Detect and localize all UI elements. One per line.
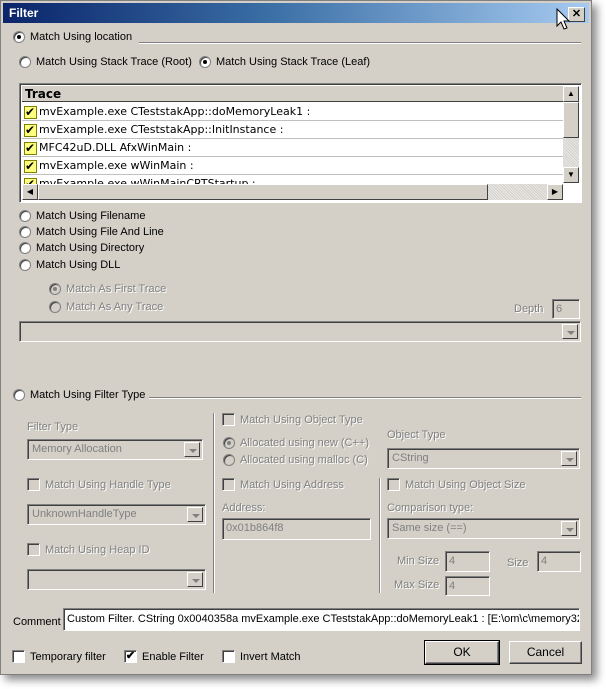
radio-icon <box>19 210 31 223</box>
mouse-cursor-icon <box>556 8 571 30</box>
dll-combo[interactable] <box>19 321 581 342</box>
heap-id-checkbox[interactable]: Match Using Heap ID <box>27 543 150 556</box>
chevron-down-icon[interactable] <box>561 521 577 536</box>
checkbox-icon <box>12 650 25 663</box>
min-size-label: Min Size <box>397 555 440 567</box>
depth-input[interactable]: 6 <box>552 299 580 319</box>
max-size-input[interactable]: 4 <box>445 576 490 596</box>
radio-icon <box>13 31 25 44</box>
object-size-checkbox[interactable]: Match Using Object Size <box>387 478 525 491</box>
chevron-down-icon[interactable] <box>184 442 200 457</box>
vertical-scrollbar[interactable]: ▲ ▼ <box>563 86 579 183</box>
radio-icon <box>19 242 31 255</box>
any-trace-radio[interactable]: Match As Any Trace <box>49 301 163 314</box>
checkbox-icon <box>27 478 40 491</box>
comment-input[interactable]: Custom Filter. CString 0x0040358a mvExam… <box>63 608 580 631</box>
filter-dialog: Filter ✕ Match Using location Match Usin… <box>0 0 592 675</box>
radio-icon <box>49 301 61 314</box>
checkbox-icon <box>222 650 235 663</box>
chevron-down-icon[interactable] <box>562 324 578 339</box>
object-type-label: Object Type <box>387 429 446 441</box>
radio-icon <box>223 454 235 467</box>
trace-row[interactable]: mvExample.exe CTeststakApp::doMemoryLeak… <box>22 103 563 121</box>
filter-type-label: Filter Type <box>27 421 79 433</box>
address-label: Address: <box>222 502 266 514</box>
scroll-up-button[interactable]: ▲ <box>563 86 579 102</box>
handle-type-checkbox[interactable]: Match Using Handle Type <box>27 478 171 491</box>
close-icon: ✕ <box>571 8 582 20</box>
scroll-down-button[interactable]: ▼ <box>563 167 579 183</box>
comparison-combo[interactable]: Same size (==) <box>387 518 580 539</box>
checkbox-icon <box>222 478 235 491</box>
column-divider-left <box>213 413 215 593</box>
radio-icon <box>13 389 25 402</box>
radio-icon <box>19 259 31 272</box>
scroll-left-button[interactable]: ◀ <box>22 184 38 200</box>
depth-label: Depth <box>514 303 544 315</box>
stack-leaf-radio[interactable]: Match Using Stack Trace (Leaf) <box>199 56 370 69</box>
scroll-right-button[interactable]: ▶ <box>547 184 563 200</box>
ok-button[interactable]: OK <box>424 640 500 665</box>
comparison-label: Comparison type: <box>387 502 474 514</box>
stack-root-radio[interactable]: Match Using Stack Trace (Root) <box>19 56 192 69</box>
max-size-label: Max Size <box>394 579 440 591</box>
checkbox-icon <box>387 478 400 491</box>
radio-icon <box>223 437 235 450</box>
trace-row[interactable]: mvExample.exe wWinMain : <box>22 157 563 175</box>
match-location-radio[interactable]: Match Using location <box>13 31 132 44</box>
chevron-down-icon[interactable] <box>187 572 203 587</box>
comment-label: Comment <box>13 616 61 628</box>
trace-checkbox[interactable] <box>24 141 37 155</box>
match-filename-radio[interactable]: Match Using Filename <box>19 210 145 223</box>
size-label: Size <box>507 557 529 569</box>
radio-icon <box>49 283 61 296</box>
match-directory-radio[interactable]: Match Using Directory <box>19 242 144 255</box>
alloc-malloc-radio[interactable]: Allocated using malloc (C) <box>223 454 368 467</box>
trace-row[interactable]: MFC42uD.DLL AfxWinMain : <box>22 139 563 157</box>
heap-id-combo[interactable] <box>27 569 206 590</box>
alloc-new-radio[interactable]: Allocated using new (C++) <box>223 437 369 450</box>
match-dll-radio[interactable]: Match Using DLL <box>19 259 120 272</box>
radio-icon <box>19 226 31 239</box>
enable-filter-checkbox[interactable]: ✔ Enable Filter <box>124 650 204 663</box>
horizontal-scrollbar[interactable]: ◀ ▶ <box>22 184 563 200</box>
chevron-down-icon[interactable] <box>561 451 577 466</box>
scroll-track[interactable] <box>488 184 548 200</box>
trace-list[interactable]: Trace mvExample.exe CTeststakApp::doMemo… <box>19 83 582 203</box>
min-size-input[interactable]: 4 <box>445 551 490 572</box>
checkbox-icon <box>222 413 235 426</box>
checkbox-icon <box>27 543 40 556</box>
match-filter-type-radio[interactable]: Match Using Filter Type <box>13 389 145 402</box>
location-divider <box>139 42 581 44</box>
scroll-thumb[interactable] <box>38 184 488 200</box>
checkmark-icon: ✔ <box>124 650 137 663</box>
temporary-filter-checkbox[interactable]: Temporary filter <box>12 650 106 663</box>
invert-match-checkbox[interactable]: Invert Match <box>222 650 301 663</box>
cancel-button[interactable]: Cancel <box>509 641 582 664</box>
radio-icon <box>199 56 211 69</box>
trace-column-header[interactable]: Trace <box>22 86 563 102</box>
object-type-checkbox[interactable]: Match Using Object Type <box>222 413 363 426</box>
trace-checkbox[interactable] <box>24 105 37 119</box>
trace-checkbox[interactable] <box>24 123 37 137</box>
title-bar: Filter ✕ <box>3 3 589 23</box>
object-type-combo[interactable]: CString <box>387 448 580 469</box>
window-title: Filter <box>9 6 39 20</box>
match-file-line-radio[interactable]: Match Using File And Line <box>19 226 164 239</box>
address-checkbox[interactable]: Match Using Address <box>222 478 344 491</box>
column-divider-right <box>379 478 381 593</box>
radio-icon <box>19 56 31 69</box>
filter-type-combo[interactable]: Memory Allocation <box>27 439 203 460</box>
chevron-down-icon[interactable] <box>187 507 203 522</box>
address-input[interactable]: 0x01b864f8 <box>222 518 371 540</box>
first-trace-radio[interactable]: Match As First Trace <box>49 283 166 296</box>
size-input[interactable]: 4 <box>537 551 581 572</box>
filter-type-divider <box>149 397 581 399</box>
trace-checkbox[interactable] <box>24 159 37 173</box>
trace-row[interactable]: mvExample.exe CTeststakApp::InitInstance… <box>22 121 563 139</box>
handle-type-combo[interactable]: UnknownHandleType <box>27 504 206 525</box>
scroll-thumb[interactable] <box>563 102 579 138</box>
